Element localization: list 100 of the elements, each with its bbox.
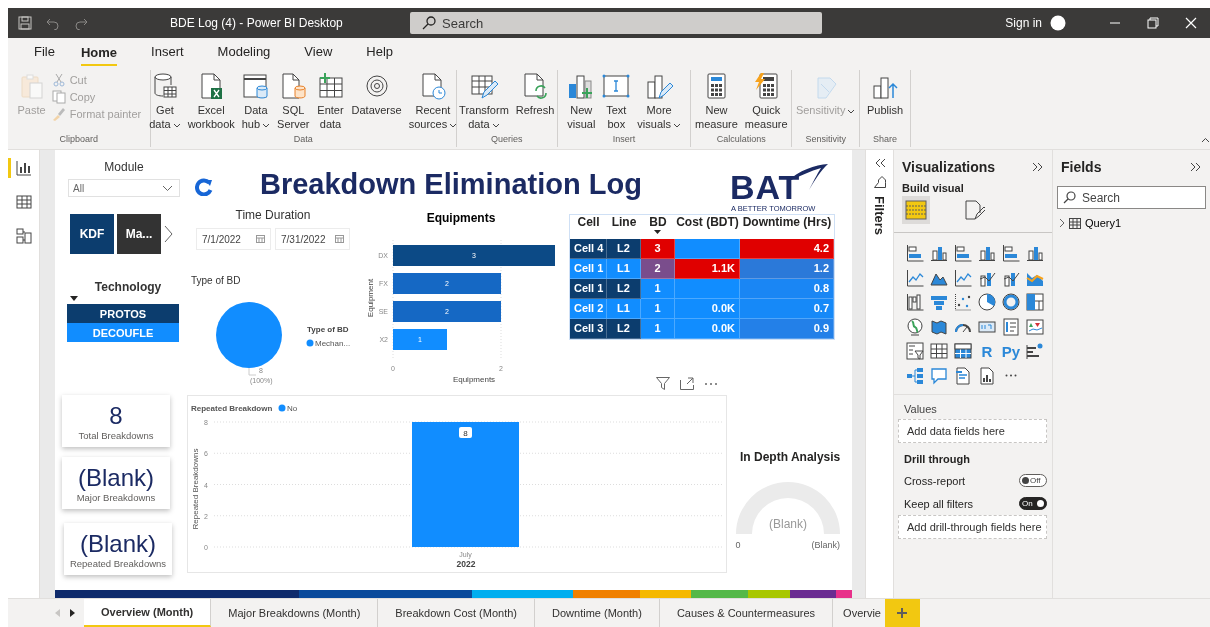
ribbon-button[interactable]: Refresh	[512, 72, 558, 134]
map-icon[interactable]	[930, 317, 948, 336]
page-tab[interactable]: Breakdown Cost (Month)	[378, 599, 536, 627]
ribbon-button[interactable]: New visual	[564, 72, 599, 134]
chevron-right-icon[interactable]	[1059, 218, 1065, 228]
line-chart-icon[interactable]	[906, 268, 924, 287]
add-icon[interactable]	[897, 608, 908, 618]
drop-zone[interactable]: Add drill-through fields here	[898, 515, 1047, 539]
close-icon[interactable]	[1185, 17, 1197, 29]
menu-tab[interactable]: Help	[352, 44, 408, 66]
table-view-icon[interactable]	[16, 194, 32, 210]
ribbon-button[interactable]: Publish	[864, 72, 907, 134]
table-cell: 4.2	[740, 239, 834, 259]
page-tab[interactable]: Major Breakdowns (Month)	[211, 599, 379, 627]
toggle-switch[interactable]: Off	[1019, 474, 1047, 487]
ribbon-button[interactable]: Dataverse	[348, 72, 405, 134]
page-tab[interactable]: Overview (Month)	[84, 599, 212, 627]
field-table-item[interactable]: Query1	[1069, 217, 1122, 229]
search-field[interactable]: Search	[410, 12, 822, 34]
expand-right-icon[interactable]	[1032, 162, 1044, 172]
ribbon-group-label: Sensitivity	[804, 134, 847, 146]
ribbon-button[interactable]: New measure	[692, 72, 741, 134]
bar-chart-icon[interactable]	[1002, 244, 1020, 263]
slicer-tile[interactable]: Ma...	[117, 214, 161, 254]
avatar-icon[interactable]	[1050, 15, 1066, 31]
legend-title: Repeated Breakdown	[191, 404, 273, 413]
decomposition-tree-icon[interactable]	[906, 366, 924, 385]
ribbon-button[interactable]: Enter data	[313, 72, 348, 134]
chevron-right-icon[interactable]	[164, 225, 173, 243]
visual-title: In Depth Analysis	[740, 450, 841, 464]
key-influencers-icon[interactable]	[1026, 342, 1044, 361]
page-tab[interactable]: Downtime (Month)	[535, 599, 660, 627]
ribbon-button[interactable]: Get data	[146, 72, 184, 134]
undo-icon[interactable]	[46, 16, 60, 30]
document-icon[interactable]	[954, 366, 972, 385]
matrix-icon[interactable]	[954, 342, 972, 361]
menu-tab[interactable]: Modeling	[203, 44, 285, 66]
column-header[interactable]: BD	[649, 215, 667, 229]
report-document-icon[interactable]	[978, 366, 996, 385]
collapse-ribbon-icon[interactable]	[1201, 137, 1210, 143]
refresh-icon[interactable]	[195, 178, 213, 196]
logo-wordmark: BAT	[730, 170, 801, 204]
kpi-icon[interactable]	[1026, 317, 1044, 336]
ribbon-button[interactable]: Data hub	[238, 72, 274, 134]
save-icon[interactable]	[18, 16, 32, 30]
ribbon-button[interactable]: Text box	[599, 72, 634, 134]
column-header[interactable]: Downtime (Hrs)	[742, 215, 832, 229]
ribbon-button[interactable]: Quick measure	[741, 72, 791, 134]
menu-tab[interactable]: View	[290, 44, 347, 66]
pie-chart-icon[interactable]	[978, 293, 996, 312]
drop-zone[interactable]: Add data fields here	[898, 419, 1047, 443]
ribbon-button[interactable]: Excel workbook	[184, 72, 238, 134]
sign-in-link[interactable]: Sign in	[1005, 16, 1042, 30]
model-view-icon[interactable]	[16, 228, 32, 244]
column-chart-icon[interactable]	[1026, 244, 1044, 263]
toggle-label: Cross-report	[904, 474, 966, 487]
date-field[interactable]: 7/1/2022	[196, 228, 271, 250]
list-card-icon[interactable]	[1002, 317, 1020, 336]
column-chart-icon[interactable]	[930, 244, 948, 263]
ribbon-button[interactable]: More visuals	[634, 72, 684, 134]
globe-icon[interactable]	[906, 317, 924, 336]
search-field[interactable]: Search	[1057, 186, 1206, 209]
next-page-icon[interactable]	[70, 609, 75, 617]
restore-icon[interactable]	[1147, 17, 1159, 29]
slicer-item[interactable]: PROTOS	[67, 304, 179, 323]
data-label: 8	[459, 427, 472, 438]
page-tab[interactable]: Causes & Countermeasures	[659, 599, 834, 627]
line-chart-icon[interactable]	[954, 268, 972, 287]
column-header[interactable]: Line	[611, 215, 637, 229]
speech-bubble-icon[interactable]	[930, 366, 948, 385]
ribbon-button[interactable]: SQL Server	[274, 72, 313, 134]
sort-arrow-icon[interactable]	[654, 230, 661, 234]
table-icon[interactable]	[930, 342, 948, 361]
caret-down-icon[interactable]	[70, 296, 78, 301]
dropdown[interactable]: All	[68, 179, 180, 197]
column-header[interactable]: Cell	[577, 215, 600, 229]
column-header[interactable]: Cost (BDT)	[676, 215, 739, 229]
slicer-tile[interactable]: KDF	[70, 214, 114, 254]
expand-right-icon[interactable]	[1190, 162, 1202, 172]
gauge-value: (Blank)	[769, 517, 807, 531]
bar-chart-icon[interactable]	[906, 244, 924, 263]
more-icon[interactable]	[1005, 374, 1017, 378]
column-chart-icon[interactable]	[978, 244, 996, 263]
pane-title[interactable]: Filters	[872, 196, 887, 235]
donut-chart-icon[interactable]	[1002, 293, 1020, 312]
scatter-chart-icon[interactable]	[954, 293, 972, 312]
page-tab[interactable]: Overvie	[833, 599, 885, 627]
bar-chart-icon[interactable]	[954, 244, 972, 263]
report-view-icon[interactable]	[16, 160, 32, 176]
waterfall-chart-icon[interactable]	[906, 293, 924, 312]
funnel-icon[interactable]	[930, 293, 948, 312]
collapse-left-icon[interactable]	[873, 158, 886, 168]
slicer-icon[interactable]	[906, 342, 924, 361]
date-field[interactable]: 7/31/2022	[275, 228, 350, 250]
treemap-icon[interactable]	[1026, 293, 1044, 312]
redo-icon[interactable]	[74, 16, 88, 30]
toggle-switch[interactable]: On	[1019, 497, 1047, 510]
menu-tab[interactable]: Insert	[137, 44, 198, 66]
focus-mode-icon[interactable]	[680, 377, 694, 390]
menu-tab[interactable]: File	[20, 44, 69, 66]
